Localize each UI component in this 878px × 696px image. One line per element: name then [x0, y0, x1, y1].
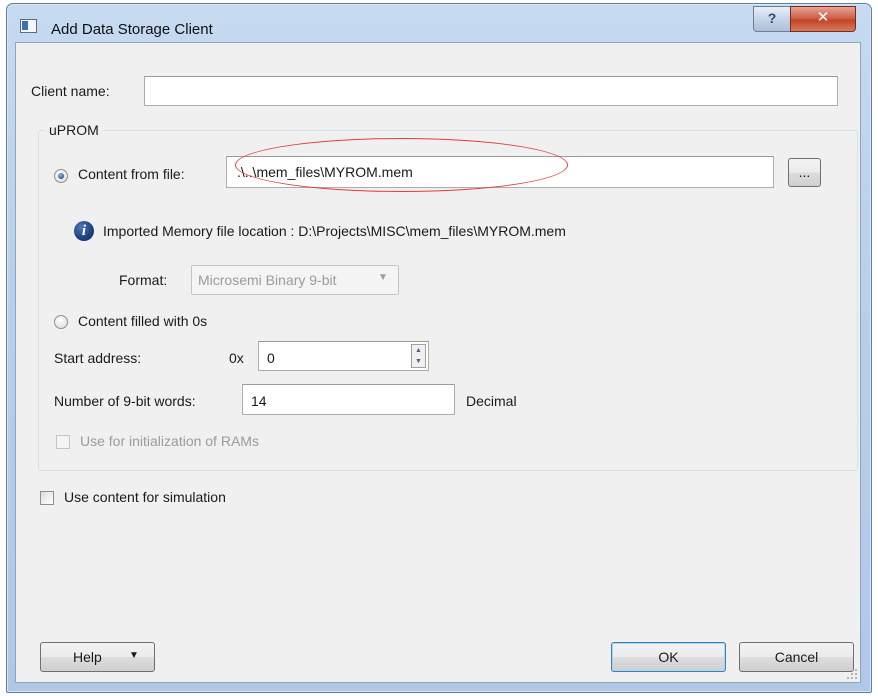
content-filled-zeros-label: Content filled with 0s [78, 313, 208, 329]
start-address-value: 0 [267, 350, 275, 366]
imported-file-location: Imported Memory file location : D:\Proje… [103, 223, 566, 239]
word-count-input[interactable]: 14 [242, 384, 455, 415]
window-title: Add Data Storage Client [51, 21, 213, 38]
word-count-value: 14 [251, 393, 267, 409]
dropdown-arrow-icon: ▼ [378, 272, 388, 283]
use-for-simulation-label: Use content for simulation [64, 489, 226, 505]
close-icon[interactable]: ✕ [790, 6, 856, 32]
dialog-body: Client name: uPROM Content from file: .\… [15, 42, 861, 683]
help-button-label: Help [73, 649, 102, 665]
word-count-unit: Decimal [466, 393, 517, 409]
start-address-label: Start address: [54, 350, 142, 366]
title-bar[interactable]: Add Data Storage Client ? ✕ [7, 4, 871, 44]
uprom-group-title: uPROM [45, 122, 103, 138]
chevron-down-icon: ▼ [129, 650, 139, 661]
spin-down-icon[interactable]: ▼ [412, 356, 425, 367]
init-rams-checkbox[interactable] [56, 435, 70, 449]
ok-button[interactable]: OK [611, 642, 726, 672]
init-rams-label: Use for initialization of RAMs [80, 433, 259, 449]
content-file-path-value: .\..\mem_files\MYROM.mem [237, 164, 413, 180]
content-file-path-input[interactable]: .\..\mem_files\MYROM.mem [226, 156, 774, 188]
dialog-window: Add Data Storage Client ? ✕ Client name:… [6, 3, 872, 693]
format-select-value: Microsemi Binary 9-bit [198, 272, 337, 288]
client-name-label: Client name: [31, 83, 110, 99]
help-button[interactable]: Help ▼ [40, 642, 155, 672]
start-address-prefix: 0x [229, 350, 244, 366]
format-select: Microsemi Binary 9-bit ▼ [191, 265, 399, 295]
spin-up-icon[interactable]: ▲ [412, 345, 425, 356]
browse-button[interactable]: ... [788, 158, 821, 187]
word-count-label: Number of 9-bit words: [54, 393, 196, 409]
info-icon: i [74, 221, 94, 241]
content-from-file-radio[interactable] [54, 169, 68, 183]
client-name-input[interactable] [144, 76, 838, 106]
content-from-file-label: Content from file: [78, 166, 185, 182]
resize-grip-icon[interactable] [846, 668, 858, 680]
start-address-input[interactable]: 0 ▲ ▼ [258, 341, 429, 371]
help-icon[interactable]: ? [753, 6, 791, 32]
format-label: Format: [119, 272, 168, 288]
cancel-button[interactable]: Cancel [739, 642, 854, 672]
start-address-spinner[interactable]: ▲ ▼ [411, 344, 426, 368]
content-filled-zeros-radio[interactable] [54, 315, 68, 329]
app-window-icon [20, 19, 37, 33]
use-for-simulation-checkbox[interactable] [40, 491, 54, 505]
